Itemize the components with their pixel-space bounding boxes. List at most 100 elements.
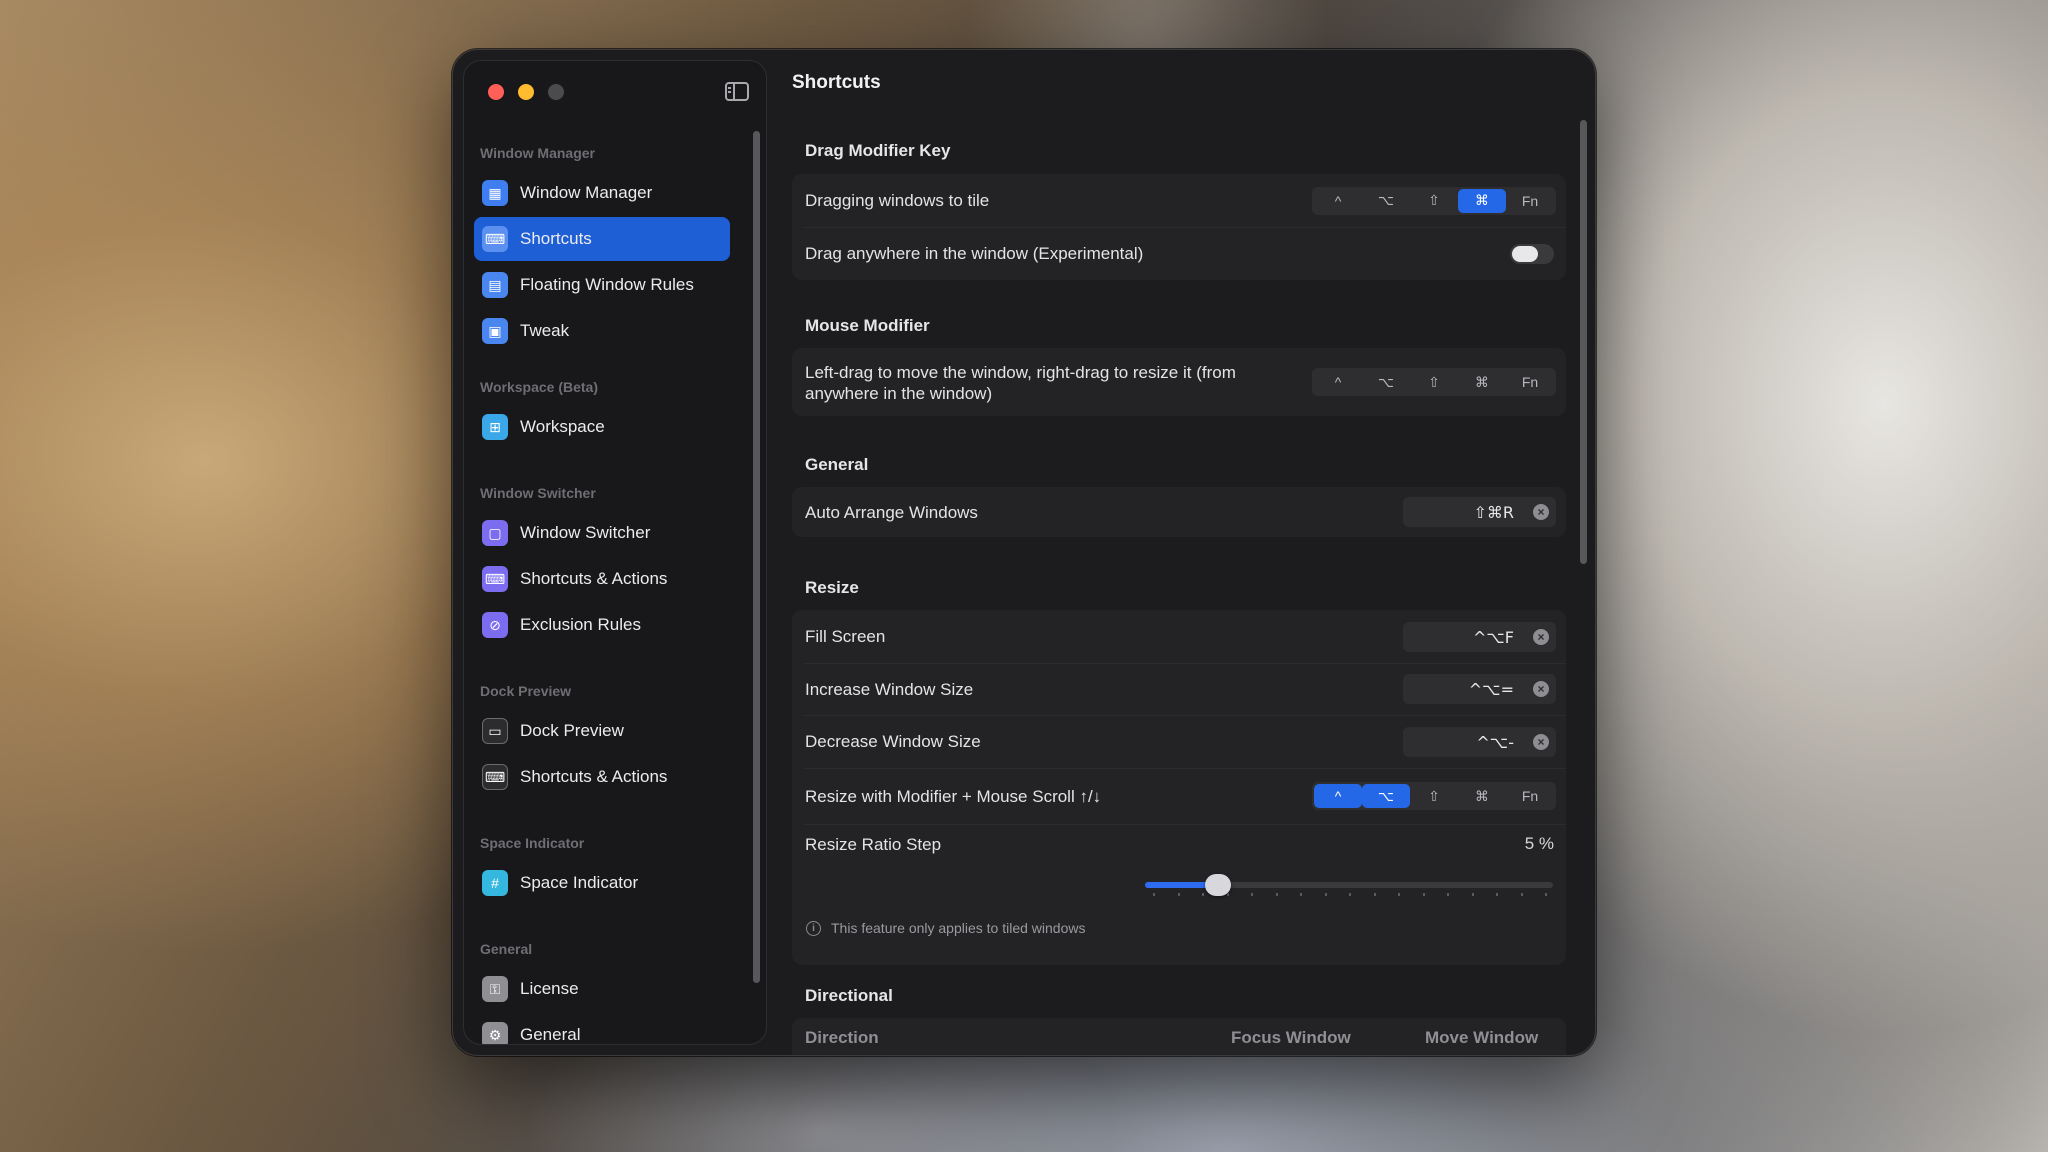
modifier-command[interactable]: ⌘ <box>1458 784 1506 808</box>
slider-tick <box>1422 893 1425 896</box>
clear-icon[interactable]: × <box>1533 733 1549 750</box>
auto-arrange-row: Auto Arrange Windows ⇧⌘R × <box>792 487 1566 537</box>
divider <box>804 824 1566 825</box>
shortcut-recorder[interactable]: ^⌥- × <box>1403 726 1556 757</box>
settings-window: Window Manager ▦ Window Manager ⌨ Shortc… <box>452 49 1596 1056</box>
exclusion-icon: ⊘ <box>482 612 508 638</box>
keyboard-icon: ⌨ <box>482 764 508 790</box>
row-label: Auto Arrange Windows <box>805 502 978 522</box>
row-label: Left-drag to move the window, right-drag… <box>805 362 1236 404</box>
sidebar-item-switcher-shortcuts[interactable]: ⌨ Shortcuts & Actions <box>474 557 730 601</box>
slider-tick <box>1545 893 1547 896</box>
sidebar-item-dock-preview[interactable]: ▭ Dock Preview <box>474 709 730 753</box>
modifier-control[interactable]: ^ <box>1314 370 1362 394</box>
sidebar-item-workspace[interactable]: ⊞ Workspace <box>474 405 730 449</box>
row-label-line: Left-drag to move the window, right-drag… <box>805 363 1236 382</box>
sidebar-section-window-manager: Window Manager <box>480 145 595 161</box>
modifier-option[interactable]: ⌥ <box>1362 784 1410 808</box>
section-resize: Resize <box>805 578 859 597</box>
modifier-fn[interactable]: Fn <box>1506 189 1554 213</box>
dock-icon: ▭ <box>482 718 508 744</box>
row-label: Resize Ratio Step <box>805 834 942 854</box>
modifier-command[interactable]: ⌘ <box>1458 370 1506 394</box>
sidebar-item-tweak[interactable]: ▣ Tweak <box>474 309 730 353</box>
sidebar-item-space-indicator[interactable]: # Space Indicator <box>474 861 730 905</box>
modifier-option[interactable]: ⌥ <box>1362 370 1410 394</box>
section-general: General <box>805 455 869 474</box>
sidebar-item-label: General <box>520 1025 581 1044</box>
shortcut-keys: ^⌥- <box>1476 732 1514 752</box>
sidebar-item-window-switcher[interactable]: ▢ Window Switcher <box>474 511 730 555</box>
drag-tile-row: Dragging windows to tile ^ ⌥ ⇧ ⌘ Fn <box>792 174 1566 227</box>
ratio-slider-knob[interactable] <box>1205 874 1232 896</box>
sidebar-item-label: Exclusion Rules <box>520 615 641 634</box>
section-drag-modifier: Drag Modifier Key <box>805 141 951 160</box>
grid-icon: ⊞ <box>482 414 508 440</box>
shortcut-keys: ⇧⌘R <box>1473 503 1514 522</box>
row-label: Drag anywhere in the window (Experimenta… <box>805 244 1144 263</box>
sidebar-item-floating-window-rules[interactable]: ▤ Floating Window Rules <box>474 263 730 307</box>
section-mouse-modifier: Mouse Modifier <box>805 316 930 335</box>
section-directional: Directional <box>805 986 893 1005</box>
clear-icon[interactable]: × <box>1533 681 1549 697</box>
sidebar-item-dock-shortcuts[interactable]: ⌨ Shortcuts & Actions <box>474 755 730 799</box>
shortcut-recorder[interactable]: ⇧⌘R × <box>1403 497 1556 527</box>
slider-tick <box>1471 893 1474 896</box>
resize-info-note: i This feature only applies to tiled win… <box>806 920 1085 936</box>
shortcut-keys: ^⌥F <box>1472 627 1514 647</box>
modifier-control[interactable]: ^ <box>1314 784 1362 808</box>
shortcut-recorder[interactable]: ^⌥F × <box>1403 621 1556 652</box>
modifier-shift[interactable]: ⇧ <box>1410 784 1458 808</box>
sidebar-toggle-icon[interactable] <box>725 82 749 101</box>
modifier-shift[interactable]: ⇧ <box>1410 370 1458 394</box>
sidebar-section-workspace: Workspace (Beta) <box>480 379 599 395</box>
drag-anywhere-toggle[interactable] <box>1510 243 1554 264</box>
modifier-command[interactable]: ⌘ <box>1458 188 1506 213</box>
sidebar-scrollbar[interactable] <box>753 131 760 983</box>
sidebar-item-license[interactable]: ⚿ License <box>474 967 730 1011</box>
modifier-option[interactable]: ⌥ <box>1362 189 1410 213</box>
slider-tick <box>1447 893 1449 896</box>
page-title: Shortcuts <box>792 72 881 93</box>
sidebar-item-label: Window Switcher <box>520 523 651 542</box>
decrease-size-row: Decrease Window Size ^⌥- × <box>792 715 1566 768</box>
minimize-button[interactable] <box>518 84 534 100</box>
sidebar-item-exclusion-rules[interactable]: ⊘ Exclusion Rules <box>474 603 730 647</box>
sidebar-item-window-manager[interactable]: ▦ Window Manager <box>474 171 730 215</box>
shortcut-recorder[interactable]: ^⌥= × <box>1403 674 1556 704</box>
modifier-fn[interactable]: Fn <box>1506 784 1554 808</box>
document-icon: ▤ <box>482 272 508 298</box>
sidebar-item-shortcuts[interactable]: ⌨ Shortcuts <box>474 217 730 261</box>
modifier-shift[interactable]: ⇧ <box>1410 189 1458 213</box>
sidebar-item-label: Floating Window Rules <box>520 275 694 294</box>
sidebar-item-general[interactable]: ⚙ General <box>474 1013 730 1044</box>
column-header-focus-window: Focus Window <box>1231 1028 1351 1047</box>
slider-tick <box>1398 893 1400 896</box>
sidebar-item-label: Window Manager <box>520 183 653 202</box>
sidebar-item-label: Tweak <box>520 321 570 340</box>
toggle-knob <box>1512 245 1538 262</box>
sidebar-section-general: General <box>480 941 533 957</box>
clear-icon[interactable]: × <box>1533 504 1549 520</box>
gear-icon: ⚙ <box>482 1022 508 1044</box>
window-switcher-icon: ▢ <box>482 520 508 546</box>
slider-tick <box>1349 893 1351 896</box>
row-label: Resize with Modifier + Mouse Scroll ↑/↓ <box>805 786 1102 806</box>
zoom-button[interactable] <box>548 84 564 100</box>
slider-tick <box>1202 893 1204 896</box>
content-scrollbar[interactable] <box>1580 120 1587 564</box>
sidebar-item-label: Space Indicator <box>520 873 639 892</box>
sidebar-section-space-indicator: Space Indicator <box>480 835 585 851</box>
drag-anywhere-row: Drag anywhere in the window (Experimenta… <box>792 227 1566 280</box>
modifier-fn[interactable]: Fn <box>1506 370 1554 394</box>
modifier-control[interactable]: ^ <box>1314 189 1362 213</box>
sidebar-item-label: Shortcuts <box>520 229 592 248</box>
sidebar-item-label: License <box>520 979 579 998</box>
clear-icon[interactable]: × <box>1533 628 1549 645</box>
sidebar-section-window-switcher: Window Switcher <box>480 485 596 501</box>
close-button[interactable] <box>488 84 504 100</box>
ratio-value: 5 % <box>1524 834 1554 853</box>
info-text: This feature only applies to tiled windo… <box>831 920 1086 936</box>
row-label: Fill Screen <box>805 627 886 646</box>
keyboard-icon: ⌨ <box>482 566 508 592</box>
